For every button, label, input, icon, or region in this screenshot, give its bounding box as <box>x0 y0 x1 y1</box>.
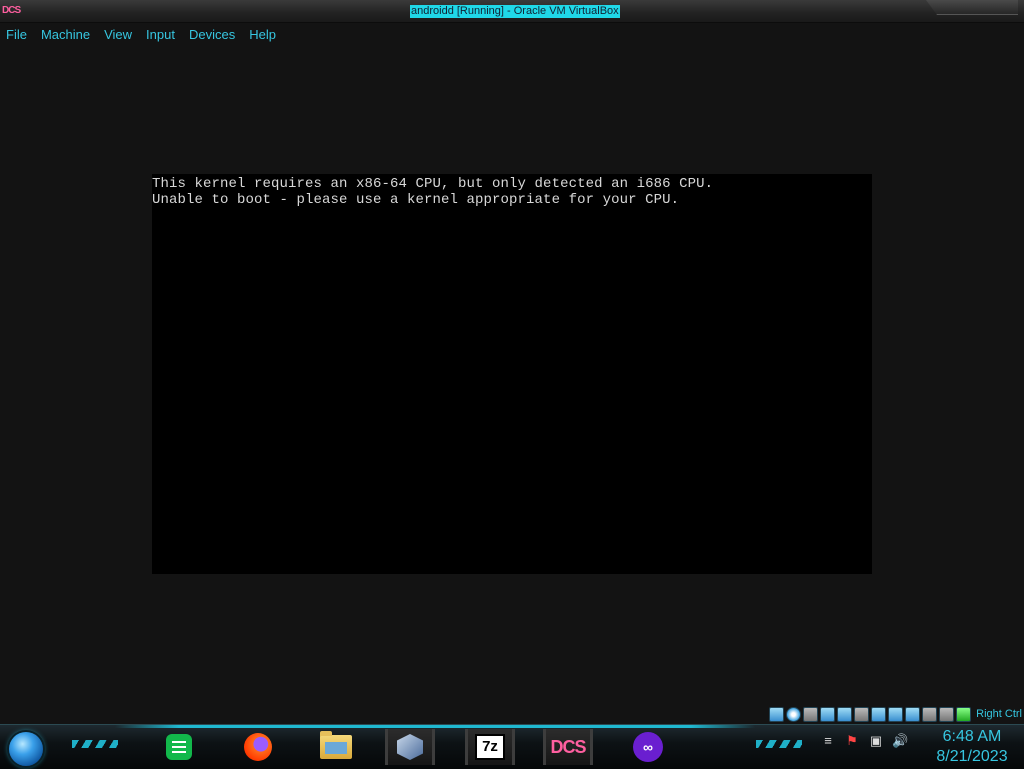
network-icon[interactable] <box>837 706 853 722</box>
host-key-icon[interactable] <box>956 706 972 722</box>
file-explorer-button[interactable] <box>314 729 358 765</box>
menu-file[interactable]: File <box>0 24 35 46</box>
shared-folders-icon[interactable] <box>871 706 887 722</box>
menu-devices[interactable]: Devices <box>183 24 243 46</box>
menu-machine[interactable]: Machine <box>35 24 98 46</box>
dcs-app-button[interactable]: DCS <box>543 729 593 765</box>
usb-icon[interactable] <box>854 706 870 722</box>
menu-input[interactable]: Input <box>140 24 183 46</box>
window-titlebar[interactable]: DCS androidd [Running] - Oracle VM Virtu… <box>0 0 1024 23</box>
taskbar-glow <box>115 725 755 728</box>
menu-view[interactable]: View <box>98 24 140 46</box>
console-line: Unable to boot - please use a kernel app… <box>152 192 680 208</box>
clock-date: 8/21/2023 <box>936 748 1008 765</box>
system-tray: ≡ ⚑ ▣ 🔊 <box>820 733 908 749</box>
taskbar-decoration <box>756 740 802 748</box>
taskbar: 7z DCS ∞ ≡ ⚑ ▣ 🔊 6:48 AM 8/21/2023 <box>0 724 1024 769</box>
menu-help[interactable]: Help <box>243 24 284 46</box>
video-capture-icon[interactable] <box>905 706 921 722</box>
taskbar-decoration <box>72 740 118 748</box>
taskbar-clock[interactable]: 6:48 AM 8/21/2023 <box>932 727 1012 767</box>
console-line: This kernel requires an x86-64 CPU, but … <box>152 176 714 192</box>
firefox-app-button[interactable] <box>236 729 280 765</box>
console-output: This kernel requires an x86-64 CPU, but … <box>152 176 713 208</box>
floppy-icon[interactable] <box>803 706 819 722</box>
show-hidden-icons-icon[interactable]: ≡ <box>820 733 836 749</box>
start-button[interactable] <box>9 732 43 766</box>
mouse-integration-icon[interactable] <box>939 706 955 722</box>
7zip-icon: 7z <box>475 734 505 760</box>
vm-status-bar: Right Ctrl <box>769 705 1024 723</box>
host-key-label[interactable]: Right Ctrl <box>976 708 1022 720</box>
display-icon[interactable] <box>888 706 904 722</box>
sheets-app-button[interactable] <box>157 729 201 765</box>
virtualbox-app-button[interactable] <box>385 729 435 765</box>
network-tray-icon[interactable]: ▣ <box>868 733 884 749</box>
virtualization-icon[interactable] <box>922 706 938 722</box>
dcs-icon: DCS <box>550 736 586 757</box>
action-center-flag-icon[interactable]: ⚑ <box>844 733 860 749</box>
menu-bar: File Machine View Input Devices Help <box>0 24 284 46</box>
window-controls[interactable] <box>926 0 1018 15</box>
dcs-logo-icon[interactable]: DCS <box>2 4 21 18</box>
firefox-icon <box>244 733 272 761</box>
harddisk-icon[interactable] <box>769 706 785 722</box>
audio-icon[interactable] <box>820 706 836 722</box>
mask-app-button[interactable]: ∞ <box>626 729 670 765</box>
vm-display[interactable]: This kernel requires an x86-64 CPU, but … <box>152 174 872 574</box>
volume-icon[interactable]: 🔊 <box>892 733 908 749</box>
virtualbox-icon <box>397 734 423 760</box>
optical-drive-icon[interactable] <box>786 706 802 722</box>
mask-icon: ∞ <box>633 732 663 762</box>
clock-time: 6:48 AM <box>942 728 1002 745</box>
7zip-app-button[interactable]: 7z <box>465 729 515 765</box>
window-title: androidd [Running] - Oracle VM VirtualBo… <box>410 5 620 18</box>
folder-icon <box>320 731 352 759</box>
sheets-icon <box>166 734 192 760</box>
